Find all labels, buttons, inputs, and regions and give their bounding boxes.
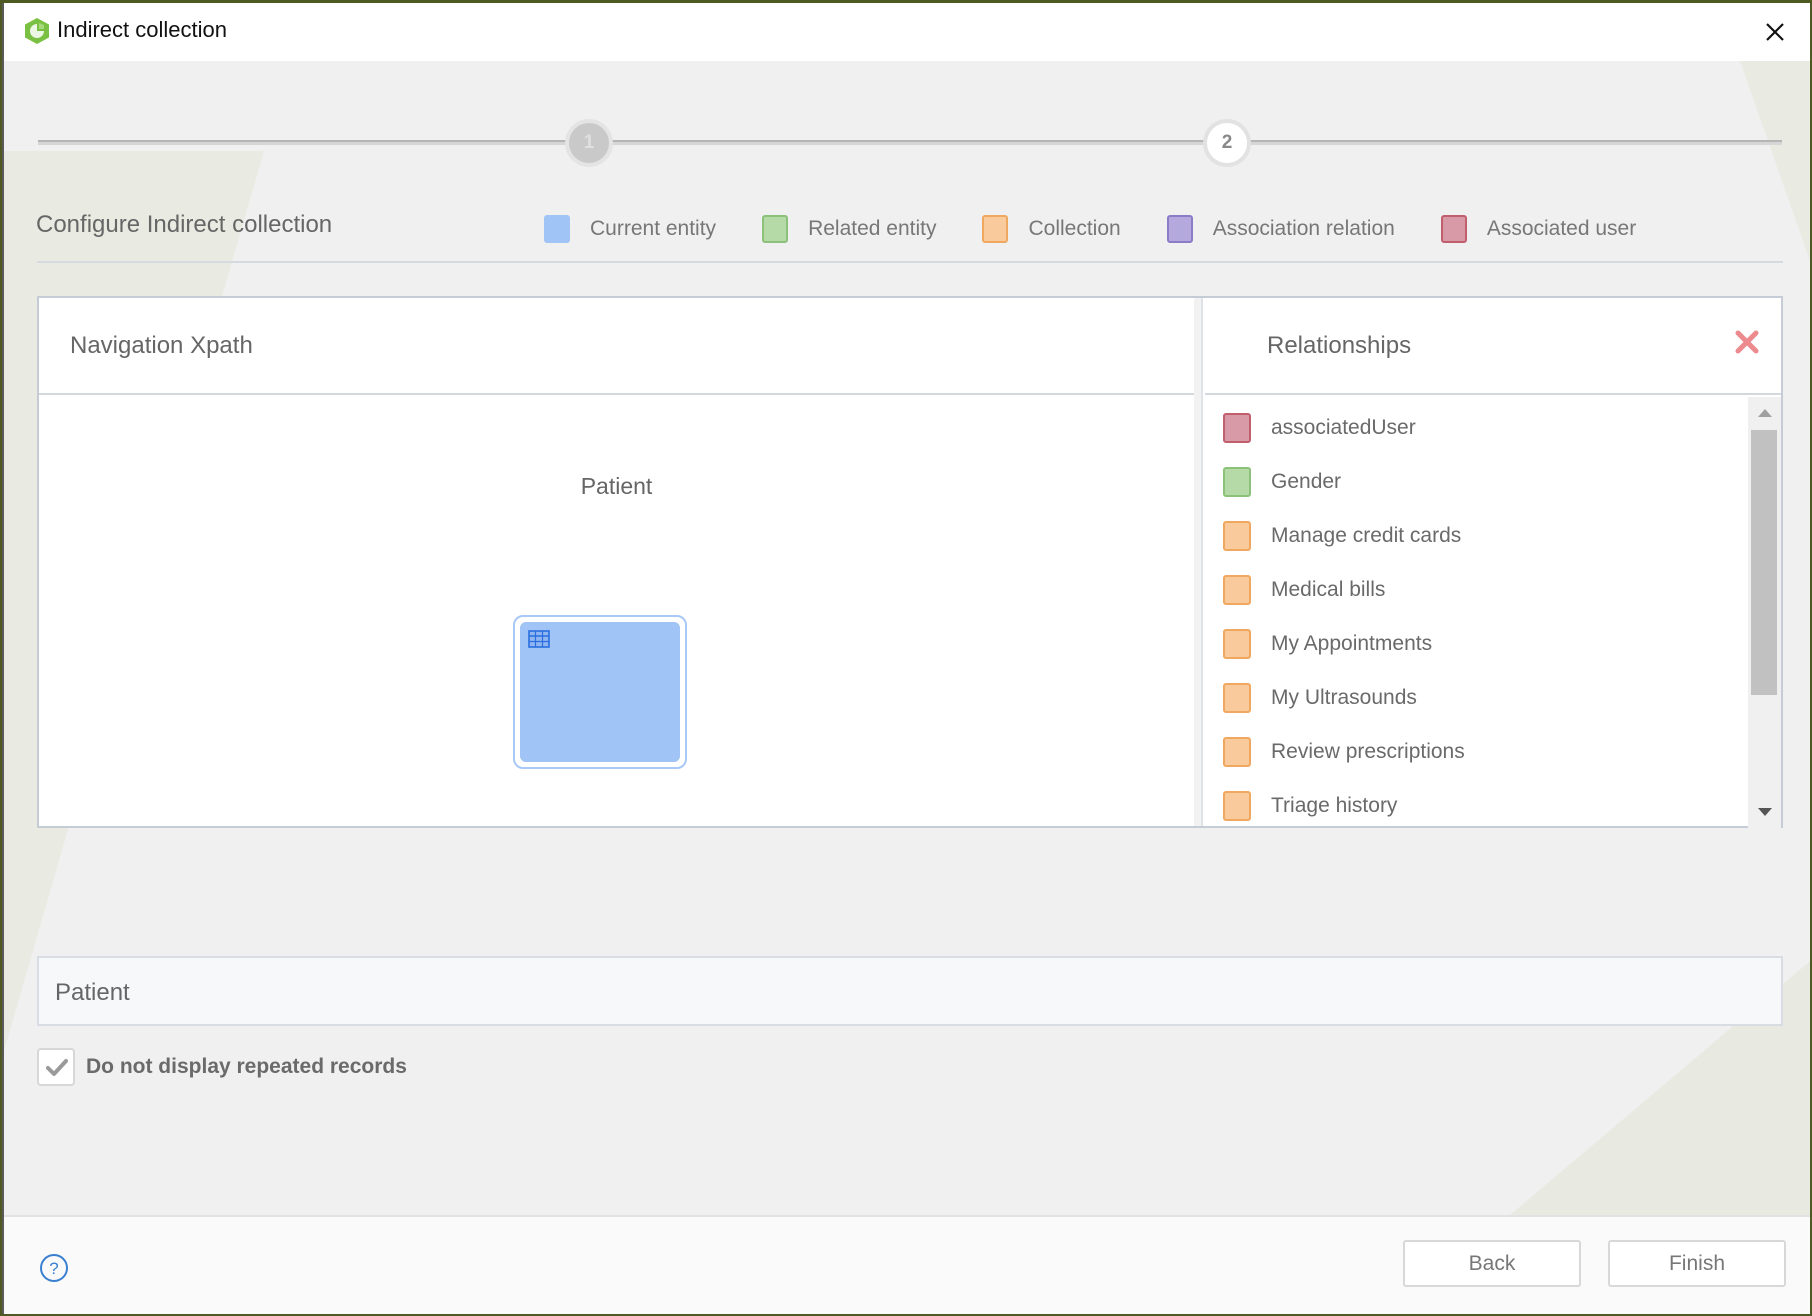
xpath-display: Patient — [37, 956, 1783, 1026]
finish-button[interactable]: Finish — [1608, 1240, 1786, 1287]
xpath-value: Patient — [55, 979, 130, 1006]
relationship-item[interactable]: My Ultrasounds — [1223, 683, 1417, 713]
relationship-type-swatch — [1223, 791, 1251, 821]
checkmark-icon — [46, 1059, 68, 1076]
svg-text:?: ? — [49, 1259, 58, 1278]
dialog-window: Indirect collection 1 2 Configure Indire… — [2, 3, 1810, 1314]
table-icon — [528, 630, 550, 648]
legend: Current entity Related entity Collection As… — [544, 215, 1682, 243]
divider — [37, 261, 1783, 263]
relationship-item[interactable]: Gender — [1223, 467, 1341, 497]
entity-node-current[interactable] — [513, 615, 687, 769]
relationship-type-swatch — [1223, 737, 1251, 767]
section-title: Configure Indirect collection — [36, 211, 333, 238]
relationship-item[interactable]: associatedUser — [1223, 413, 1416, 443]
scroll-down-arrow-icon[interactable] — [1758, 808, 1772, 816]
no-repeat-label[interactable]: Do not display repeated records — [86, 1055, 407, 1079]
scrollbar-thumb[interactable] — [1751, 430, 1777, 695]
legend-label: Related entity — [808, 217, 937, 240]
navigation-header: Navigation Xpath — [39, 298, 1194, 395]
background-decoration — [1740, 61, 1810, 261]
relationship-label: Review prescriptions — [1271, 740, 1465, 763]
legend-item: Collection — [982, 215, 1121, 243]
relationships-scrollbar[interactable] — [1748, 397, 1781, 828]
relationship-item[interactable]: Manage credit cards — [1223, 521, 1461, 551]
legend-item: Related entity — [762, 215, 936, 243]
relationships-title: Relationships — [1267, 332, 1412, 359]
dialog-footer: ? Back Finish — [4, 1215, 1810, 1314]
app-logo-icon — [25, 18, 49, 44]
close-icon[interactable] — [1756, 13, 1794, 51]
relationship-type-swatch — [1223, 575, 1251, 605]
relationships-list: associatedUser Gender Manage credit cards M… — [1205, 397, 1781, 828]
navigation-title: Navigation Xpath — [70, 332, 253, 359]
relationship-label: Manage credit cards — [1271, 524, 1462, 547]
legend-swatch — [762, 215, 789, 243]
back-button[interactable]: Back — [1403, 1240, 1581, 1287]
relationship-item[interactable]: Triage history — [1223, 791, 1397, 821]
legend-swatch — [544, 215, 570, 243]
relationship-label: My Ultrasounds — [1271, 686, 1417, 709]
clear-icon[interactable] — [1733, 328, 1761, 356]
stepper-track — [38, 140, 1782, 145]
legend-label: Current entity — [590, 217, 717, 240]
relationship-item[interactable]: Review prescriptions — [1223, 737, 1465, 767]
entity-label: Patient — [580, 473, 653, 499]
legend-swatch — [1166, 215, 1193, 243]
legend-item: Association relation — [1166, 215, 1395, 243]
relationship-item[interactable]: My Appointments — [1223, 629, 1432, 659]
legend-label: Collection — [1028, 217, 1121, 240]
legend-swatch — [982, 215, 1009, 243]
title-bar: Indirect collection — [4, 3, 1810, 61]
relationship-item[interactable]: Medical bills — [1223, 575, 1385, 605]
dialog-content: 1 2 Configure Indirect collection Curren… — [4, 61, 1810, 1215]
step-2[interactable]: 2 — [1203, 119, 1251, 167]
relationship-label: associatedUser — [1271, 416, 1416, 439]
relationship-type-swatch — [1223, 629, 1251, 659]
relationship-label: Medical bills — [1271, 578, 1386, 601]
pane-splitter[interactable] — [1194, 298, 1203, 826]
help-icon[interactable]: ? — [39, 1253, 69, 1283]
scroll-up-arrow-icon[interactable] — [1758, 409, 1772, 417]
relationship-type-swatch — [1223, 467, 1251, 497]
legend-label: Associated user — [1486, 217, 1637, 240]
legend-label: Association relation — [1212, 217, 1395, 240]
relationships-pane: Relationships associatedUser Gender Manage… — [1205, 298, 1781, 828]
relationship-label: My Appointments — [1271, 632, 1433, 655]
navigation-pane: Navigation Xpath Patient — [39, 298, 1194, 826]
legend-swatch — [1440, 215, 1467, 243]
legend-item: Current entity — [544, 215, 716, 243]
navigation-panel: Navigation Xpath Patient Relationships a… — [37, 296, 1783, 828]
step-1[interactable]: 1 — [565, 119, 613, 167]
relationship-label: Triage history — [1271, 794, 1398, 817]
relationship-type-swatch — [1223, 521, 1251, 551]
relationship-type-swatch — [1223, 683, 1251, 713]
relationship-label: Gender — [1271, 470, 1342, 493]
relationships-header: Relationships — [1205, 298, 1781, 395]
window-title: Indirect collection — [57, 17, 227, 42]
legend-item: Associated user — [1440, 215, 1637, 243]
relationship-type-swatch — [1223, 413, 1251, 443]
entity-node-body — [520, 622, 680, 762]
no-repeat-checkbox[interactable] — [37, 1048, 75, 1086]
